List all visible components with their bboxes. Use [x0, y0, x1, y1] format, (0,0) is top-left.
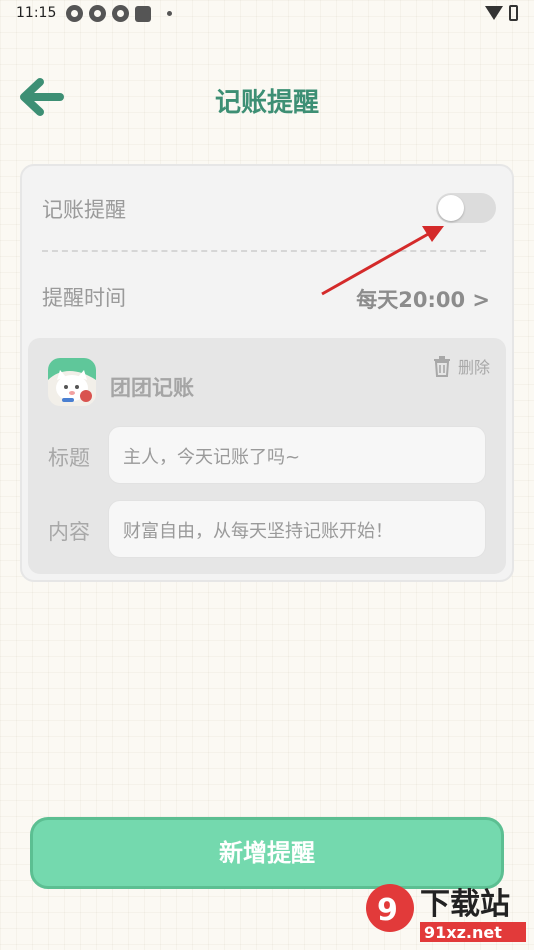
watermark-name: 下载站 — [420, 887, 510, 922]
svg-text:9: 9 — [377, 893, 398, 928]
watermark-url: 91xz.net — [424, 923, 502, 942]
annotation-arrow — [321, 226, 444, 296]
watermark-logo: 9 下载站 91xz.net — [360, 876, 530, 946]
